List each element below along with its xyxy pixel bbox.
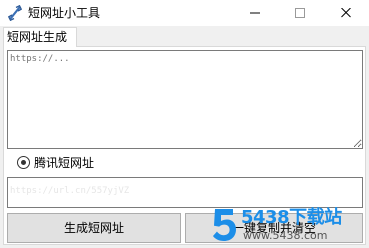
long-url-input[interactable]: [7, 50, 363, 149]
tab-short-url-generate[interactable]: 短网址生成: [3, 27, 77, 47]
watermark-logo: [211, 207, 237, 243]
title-bar[interactable]: 短网址小工具: [0, 0, 369, 26]
link-icon: [7, 4, 23, 22]
short-url-result-field[interactable]: https://url.cn/557yjVZ: [7, 177, 363, 208]
window-title: 短网址小工具: [28, 6, 101, 20]
maximize-button[interactable]: [277, 0, 323, 26]
close-button[interactable]: [323, 0, 369, 26]
site-watermark: 5438下载站 www.5438.com: [211, 207, 367, 245]
maximize-icon: [295, 8, 305, 18]
watermark-text: 5438下载站: [241, 207, 342, 228]
minimize-button[interactable]: [232, 0, 278, 26]
radio-label: 腾讯短网址: [34, 156, 95, 170]
watermark-url: www.5438.com: [243, 229, 328, 242]
close-icon: [341, 8, 351, 18]
minimize-icon: [250, 12, 260, 14]
radio-button[interactable]: [17, 156, 30, 169]
generate-short-url-button[interactable]: 生成短网址: [7, 213, 181, 243]
radio-checked-dot: [21, 160, 26, 165]
